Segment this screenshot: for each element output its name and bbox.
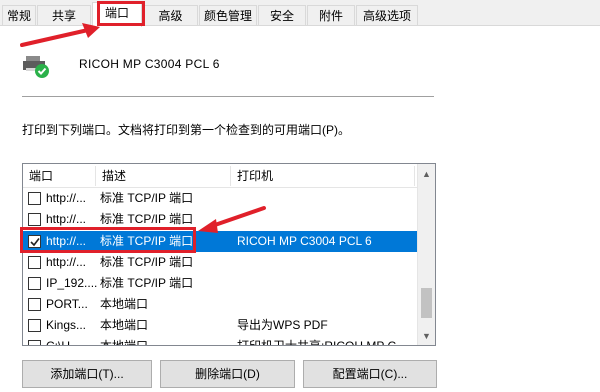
highlight-selected-row [20, 227, 196, 253]
port-list-header: 端口 描述 打印机 [23, 164, 417, 188]
port-description-text: 打印到下列端口。文档将打印到第一个检查到的可用端口(P)。 [22, 123, 350, 137]
scrollbar-thumb[interactable] [421, 288, 432, 318]
port-checkbox[interactable] [28, 256, 41, 269]
port-desc: 标准 TCP/IP 端口 [100, 191, 194, 205]
port-name: http://... [46, 191, 87, 205]
port-row[interactable]: IP_192.... 标准 TCP/IP 端口 [23, 273, 417, 294]
column-header-port[interactable]: 端口 [23, 164, 53, 188]
column-header-printer[interactable]: 打印机 [231, 164, 273, 188]
annotation-arrow-tab [20, 23, 100, 47]
tab-security[interactable]: 安全 [258, 5, 306, 26]
port-desc: 标准 TCP/IP 端口 [100, 255, 194, 269]
port-name: C:\U... [46, 339, 81, 346]
port-checkbox[interactable] [28, 340, 41, 345]
port-checkbox[interactable] [28, 319, 41, 332]
vertical-scrollbar[interactable]: ▲ ▼ [417, 164, 435, 345]
port-row[interactable]: C:\U... 本地端口 打印机卫士共享:RICOH MP C... [23, 336, 417, 346]
scroll-up-icon[interactable]: ▲ [418, 166, 435, 183]
port-checkbox[interactable] [28, 213, 41, 226]
printer-ready-icon [23, 56, 49, 78]
divider [22, 96, 434, 97]
tab-accessories[interactable]: 附件 [307, 5, 355, 26]
port-name: PORT... [46, 297, 88, 311]
configure-port-button[interactable]: 配置端口(C)... [303, 360, 437, 388]
port-list[interactable]: 端口 描述 打印机 http://... 标准 TCP/IP 端口 http:/… [22, 163, 436, 346]
column-divider[interactable] [414, 166, 415, 186]
port-checkbox[interactable] [28, 192, 41, 205]
port-desc: 本地端口 [100, 297, 149, 311]
annotation-arrow-row [198, 206, 266, 233]
port-desc: 本地端口 [100, 318, 149, 332]
tab-advanced-options[interactable]: 高级选项 [356, 5, 418, 26]
port-checkbox[interactable] [28, 298, 41, 311]
port-desc: 本地端口 [100, 339, 149, 346]
printer-name: RICOH MP C3004 PCL 6 [79, 57, 220, 71]
port-row[interactable]: PORT... 本地端口 [23, 294, 417, 315]
scroll-down-icon[interactable]: ▼ [418, 328, 435, 345]
column-header-description[interactable]: 描述 [96, 164, 126, 188]
port-name: Kings... [46, 318, 87, 332]
port-printer: 打印机卫士共享:RICOH MP C... [237, 339, 407, 346]
tab-color-management[interactable]: 颜色管理 [199, 5, 257, 26]
tab-advanced[interactable]: 高级 [143, 5, 198, 26]
port-row[interactable]: Kings... 本地端口 导出为WPS PDF [23, 315, 417, 336]
port-desc: 标准 TCP/IP 端口 [100, 276, 194, 290]
delete-port-button[interactable]: 删除端口(D) [160, 360, 295, 388]
port-checkbox[interactable] [28, 277, 41, 290]
port-printer: 导出为WPS PDF [237, 318, 328, 332]
port-row[interactable]: http://... 标准 TCP/IP 端口 [23, 252, 417, 273]
port-name: http://... [46, 255, 87, 269]
highlight-tab-ports [97, 1, 145, 26]
port-name: IP_192.... [46, 276, 98, 290]
add-port-button[interactable]: 添加端口(T)... [22, 360, 152, 388]
